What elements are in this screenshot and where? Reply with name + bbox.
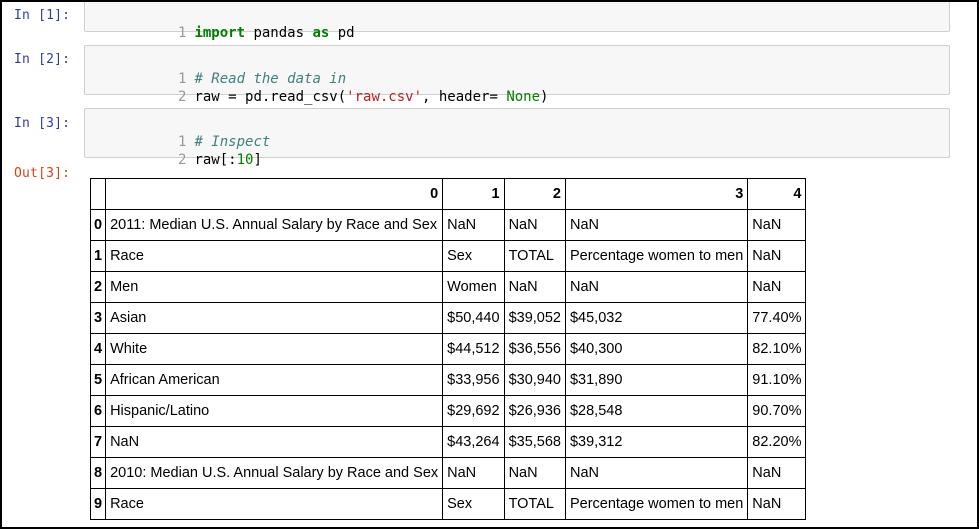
dataframe-output: 0 1 2 3 4 0 2011: Median U.S. Annual Sal…: [89, 178, 807, 520]
table-cell: NaN: [503, 271, 566, 303]
column-header: 4: [747, 178, 807, 210]
line-number: 2: [178, 89, 187, 105]
table-row: 5 African American $33,956 $30,940 $31,8…: [89, 364, 807, 396]
table-cell: $28,548: [564, 395, 749, 427]
table-cell: Race: [105, 488, 444, 520]
code-text: raw = pd.read_csv('raw.csv', header= Non…: [194, 89, 549, 105]
line-number: 2: [178, 152, 187, 168]
table-cell: Men: [105, 271, 444, 303]
index-header: [89, 178, 107, 210]
notebook-frame: In [1]: 1 import pandas as pd In [2]: 1 # …: [0, 0, 979, 529]
table-row: 6 Hispanic/Latino $29,692 $26,936 $28,54…: [89, 395, 807, 427]
table-cell: TOTAL: [503, 488, 566, 520]
code-line: 1 # Read the data in: [85, 52, 346, 87]
row-index: 5: [89, 364, 107, 396]
table-cell: 82.10%: [747, 333, 807, 365]
table-cell: NaN: [747, 271, 807, 303]
row-index: 1: [89, 240, 107, 272]
table-cell: $40,300: [564, 333, 749, 365]
table-cell: $45,032: [564, 302, 749, 334]
table-cell: $30,940: [503, 364, 566, 396]
column-header: 3: [564, 178, 749, 210]
table-cell: NaN: [503, 457, 566, 489]
table-cell: NaN: [503, 209, 566, 241]
cell-2-prompt: In [2]:: [14, 52, 71, 67]
table-cell: 77.40%: [747, 302, 807, 334]
line-number: 1: [178, 25, 187, 41]
table-cell: $26,936: [503, 395, 566, 427]
table-cell: $29,692: [442, 395, 505, 427]
table-cell: TOTAL: [503, 240, 566, 272]
table-cell: NaN: [747, 488, 807, 520]
table-cell: $33,956: [442, 364, 505, 396]
row-index: 0: [89, 209, 107, 241]
row-index: 6: [89, 395, 107, 427]
row-index: 4: [89, 333, 107, 365]
table-cell: $44,512: [442, 333, 505, 365]
table-cell: 91.10%: [747, 364, 807, 396]
output-prompt: Out[3]:: [14, 166, 71, 181]
table-cell: Sex: [442, 240, 505, 272]
table-cell: Women: [442, 271, 505, 303]
table-cell: 2010: Median U.S. Annual Salary by Race …: [105, 457, 444, 489]
table-cell: Asian: [105, 302, 444, 334]
code-line: 2 raw = pd.read_csv('raw.csv', header= No…: [85, 70, 548, 105]
table-cell: NaN: [442, 209, 505, 241]
row-index: 3: [89, 302, 107, 334]
table-cell: $31,890: [564, 364, 749, 396]
table-cell: $39,312: [564, 426, 749, 458]
table-cell: Race: [105, 240, 444, 272]
row-index: 7: [89, 426, 107, 458]
table-cell: NaN: [747, 240, 807, 272]
table-row: 7 NaN $43,264 $35,568 $39,312 82.20%: [89, 426, 807, 458]
table-cell: NaN: [105, 426, 444, 458]
table-row: 8 2010: Median U.S. Annual Salary by Rac…: [89, 457, 807, 489]
cell-3-prompt: In [3]:: [14, 116, 71, 131]
row-index: 2: [89, 271, 107, 303]
code-line: 1 # Inspect: [85, 115, 270, 150]
table-cell: African American: [105, 364, 444, 396]
code-text: import pandas as pd: [194, 25, 355, 41]
table-cell: Hispanic/Latino: [105, 395, 444, 427]
column-header: 2: [503, 178, 566, 210]
row-index: 8: [89, 457, 107, 489]
table-cell: Percentage women to men: [564, 488, 749, 520]
table-row: 3 Asian $50,440 $39,052 $45,032 77.40%: [89, 302, 807, 334]
table-cell: NaN: [747, 209, 807, 241]
table-row: 0 2011: Median U.S. Annual Salary by Rac…: [89, 209, 807, 241]
table-cell: NaN: [442, 457, 505, 489]
table-cell: 82.20%: [747, 426, 807, 458]
cell-2-input[interactable]: 1 # Read the data in 2 raw = pd.read_csv('…: [84, 45, 950, 105]
table-cell: White: [105, 333, 444, 365]
code-line: 1 import pandas as pd: [85, 6, 355, 41]
table-cell: NaN: [564, 209, 749, 241]
table-header-row: 0 1 2 3 4: [89, 178, 807, 210]
code-text: raw[:10]: [194, 152, 262, 168]
table-row: 1 Race Sex TOTAL Percentage women to men…: [89, 240, 807, 272]
table-row: 4 White $44,512 $36,556 $40,300 82.10%: [89, 333, 807, 365]
table-cell: $39,052: [503, 302, 566, 334]
cell-3-input[interactable]: 1 # Inspect 2 raw[:10]: [84, 108, 950, 168]
table-cell: NaN: [564, 271, 749, 303]
table-cell: 2011: Median U.S. Annual Salary by Race …: [105, 209, 444, 241]
table-cell: $43,264: [442, 426, 505, 458]
column-header: 1: [442, 178, 505, 210]
table-cell: 90.70%: [747, 395, 807, 427]
column-header: 0: [105, 178, 444, 210]
table-cell: NaN: [564, 457, 749, 489]
cell-1-prompt: In [1]:: [14, 8, 71, 23]
row-index: 9: [89, 488, 107, 520]
table-row: 9 Race Sex TOTAL Percentage women to men…: [89, 488, 807, 520]
table-row: 2 Men Women NaN NaN NaN: [89, 271, 807, 303]
table-cell: $50,440: [442, 302, 505, 334]
code-line: 2 raw[:10]: [85, 133, 262, 168]
table-cell: $35,568: [503, 426, 566, 458]
cell-1-input[interactable]: 1 import pandas as pd: [84, 2, 950, 41]
table-cell: Percentage women to men: [564, 240, 749, 272]
table-cell: NaN: [747, 457, 807, 489]
table-cell: Sex: [442, 488, 505, 520]
table-cell: $36,556: [503, 333, 566, 365]
